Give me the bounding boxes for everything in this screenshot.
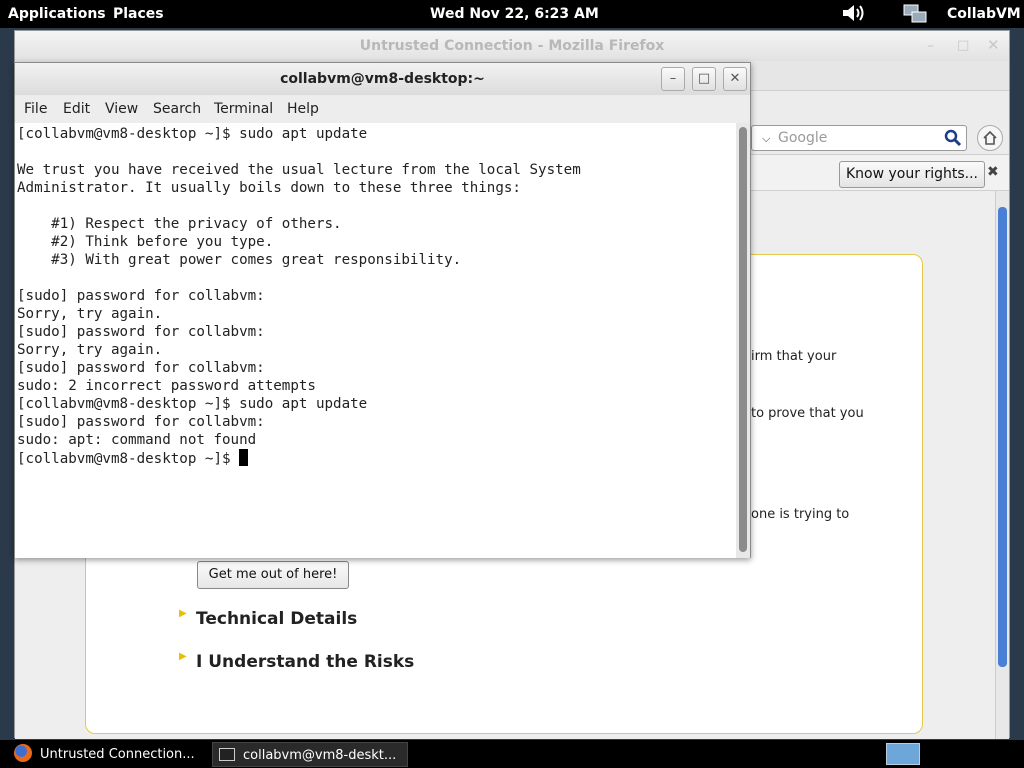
page-scrollbar[interactable] [995,191,1009,739]
understand-risks-heading[interactable]: I Understand the Risks [196,652,414,672]
home-icon [983,130,997,145]
search-icon[interactable] [944,129,962,151]
menu-search[interactable]: Search [153,101,201,117]
terminal-line: #2) Think before you type. [17,234,274,250]
scrollbar-thumb[interactable] [998,207,1007,667]
close-notification-icon[interactable]: ✖ [987,164,999,180]
chevron-down-icon[interactable]: ⌵ [762,132,770,146]
menu-help[interactable]: Help [287,101,319,117]
warning-text-fragment: one is trying to [751,507,850,522]
places-menu[interactable]: Places [113,6,164,22]
terminal-line: #1) Respect the privacy of others. [17,216,342,232]
terminal-line: Sorry, try again. [17,342,163,358]
terminal-scrollbar[interactable] [736,123,750,558]
taskbar-item-firefox[interactable]: Untrusted Connection... [8,742,208,767]
menu-file[interactable]: File [24,101,47,117]
maximize-icon[interactable]: □ [692,67,716,91]
terminal-line: #3) With great power comes great respons… [17,252,462,268]
home-button[interactable] [977,125,1003,151]
terminal-icon [219,748,235,761]
terminal-line: [sudo] password for collabvm: [17,288,265,304]
terminal-line: sudo: 2 incorrect password attempts [17,378,316,394]
terminal-line: We trust you have received the usual lec… [17,162,581,178]
firefox-title: Untrusted Connection - Mozilla Firefox [15,31,1009,61]
expand-arrow-icon[interactable]: ▶ [179,608,187,619]
menu-view[interactable]: View [105,101,138,117]
scrollbar-thumb[interactable] [739,127,747,552]
menu-edit[interactable]: Edit [63,101,90,117]
menu-terminal[interactable]: Terminal [214,101,273,117]
terminal-window[interactable]: collabvm@vm8-desktop:~ – □ ✕ File Edit V… [14,62,751,558]
maximize-icon[interactable]: □ [957,38,969,53]
terminal-line: [collabvm@vm8-desktop ~]$ [17,449,737,468]
technical-details-heading[interactable]: Technical Details [196,609,357,629]
terminal-line: Sorry, try again. [17,306,163,322]
terminal-line: [sudo] password for collabvm: [17,414,265,430]
get-me-out-button[interactable]: Get me out of here! [197,561,349,589]
taskbar-item-label: collabvm@vm8-deskt... [243,748,397,763]
terminal-output[interactable]: [collabvm@vm8-desktop ~]$ sudo apt updat… [15,123,737,558]
search-input[interactable]: Google [778,130,827,146]
firefox-icon [14,744,32,762]
minimize-icon[interactable]: – [927,38,934,54]
search-box[interactable]: ⌵ Google [751,125,967,151]
warning-text-fragment: to prove that you [751,406,864,421]
close-icon[interactable]: ✕ [723,67,747,91]
applications-menu[interactable]: Applications [8,6,106,22]
know-your-rights-button[interactable]: Know your rights... [839,161,985,188]
taskbar: Untrusted Connection... collabvm@vm8-des… [0,740,1024,768]
close-icon[interactable]: ✕ [987,36,1000,54]
terminal-title: collabvm@vm8-desktop:~ [15,63,750,95]
terminal-menubar: File Edit View Search Terminal Help [15,95,750,123]
volume-icon[interactable] [840,2,866,28]
taskbar-item-label: Untrusted Connection... [40,747,195,762]
minimize-icon[interactable]: – [661,67,685,91]
terminal-line: [collabvm@vm8-desktop ~]$ sudo apt updat… [17,396,368,412]
terminal-line: sudo: apt: command not found [17,432,257,448]
terminal-line: [collabvm@vm8-desktop ~]$ sudo apt updat… [17,126,368,142]
top-panel: Applications Places Wed Nov 22, 6:23 AM … [0,0,1024,28]
warning-text-fragment: irm that your [751,349,837,364]
terminal-line: Administrator. It usually boils down to … [17,180,521,196]
expand-arrow-icon[interactable]: ▶ [179,651,187,662]
workspace-switcher[interactable] [886,743,920,765]
network-icon[interactable] [902,3,928,29]
user-menu[interactable]: CollabVM [947,6,1021,22]
taskbar-item-terminal[interactable]: collabvm@vm8-deskt... [212,742,408,767]
clock[interactable]: Wed Nov 22, 6:23 AM [430,6,599,22]
terminal-line: [sudo] password for collabvm: [17,360,265,376]
text-cursor [239,449,249,466]
terminal-line: [sudo] password for collabvm: [17,324,265,340]
